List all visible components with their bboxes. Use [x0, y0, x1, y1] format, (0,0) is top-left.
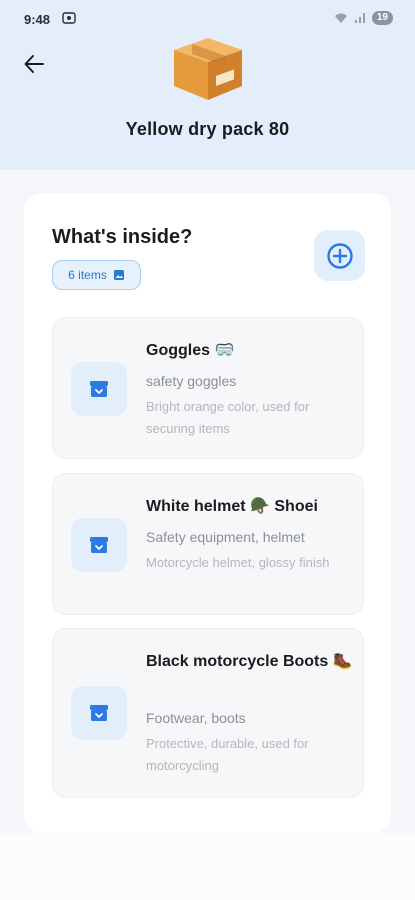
item-name: Goggles 🥽 — [146, 342, 235, 359]
plus-circle-icon — [326, 242, 353, 269]
back-button[interactable] — [18, 50, 50, 78]
list-item[interactable]: Goggles 🥽 safety goggles Bright orange c… — [52, 317, 364, 459]
item-description: Protective, durable, used for motorcycli… — [146, 736, 309, 773]
item-count-label: 6 items — [68, 268, 107, 282]
contents-card: What's inside? 6 items Goggles 🥽 safety … — [24, 193, 391, 833]
header: 9:48 19 Yellow dry pack 80 — [0, 0, 415, 170]
item-icon-container — [71, 362, 127, 416]
status-icons: 19 — [334, 11, 393, 25]
screen-record-icon — [62, 12, 76, 24]
list-item[interactable]: Black motorcycle Boots 🥾 Footwear, boots… — [52, 628, 364, 798]
item-icon-container — [71, 518, 127, 572]
image-icon — [113, 270, 124, 280]
page-title: Yellow dry pack 80 — [125, 119, 290, 139]
add-item-button[interactable] — [314, 230, 365, 281]
item-name: Black motorcycle Boots 🥾 — [146, 653, 353, 670]
status-time: 9:48 — [24, 12, 51, 27]
item-category: Footwear, boots — [146, 710, 246, 726]
item-description: Bright orange color, used for securing i… — [146, 399, 310, 436]
section-title: What's inside? — [52, 226, 193, 248]
status-bar: 9:48 19 — [0, 0, 415, 40]
archive-box-icon — [90, 705, 108, 721]
package-box-icon — [174, 38, 242, 100]
item-category: Safety equipment, helmet — [146, 529, 305, 545]
archive-box-icon — [90, 381, 108, 397]
wifi-icon — [334, 13, 347, 23]
signal-icon — [354, 13, 365, 23]
bottom-area — [0, 833, 415, 900]
battery-indicator: 19 — [371, 11, 393, 25]
item-count-chip[interactable]: 6 items — [52, 260, 141, 290]
item-category: safety goggles — [146, 373, 237, 389]
archive-box-icon — [90, 537, 108, 553]
item-description: Motorcycle helmet, glossy finish — [146, 555, 330, 570]
item-name: White helmet 🪖 Shoei — [146, 498, 318, 515]
arrow-left-icon — [24, 55, 44, 73]
item-icon-container — [71, 686, 127, 740]
list-item[interactable]: White helmet 🪖 Shoei Safety equipment, h… — [52, 473, 364, 615]
